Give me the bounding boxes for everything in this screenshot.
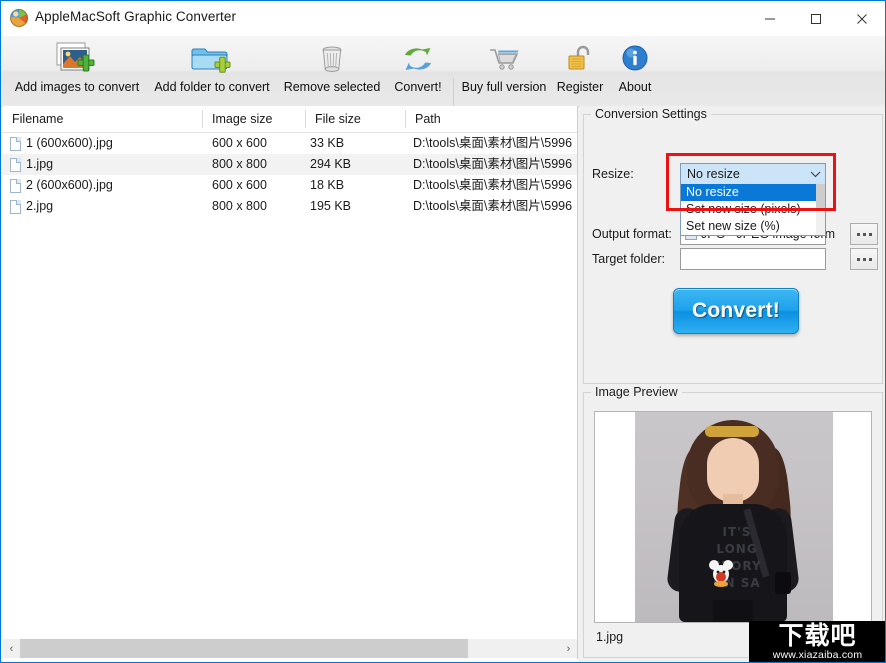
scroll-left-arrow[interactable]: ‹ — [3, 639, 20, 658]
window-controls — [747, 1, 885, 36]
cell-file-size: 18 KB — [310, 178, 345, 192]
resize-selected-value: No resize — [687, 167, 740, 181]
about-button[interactable]: About — [611, 40, 659, 102]
minimize-button[interactable] — [747, 1, 793, 36]
preview-frame: IT'S LONG STORY ON SA — [594, 411, 872, 623]
add-folder-to-convert-label: Add folder to convert — [154, 80, 270, 94]
dropdown-option-no-resize[interactable]: No resize — [681, 184, 825, 201]
conversion-settings-title: Conversion Settings — [591, 107, 711, 121]
column-header-path[interactable]: Path — [405, 106, 578, 132]
cell-image-size: 800 x 800 — [212, 157, 267, 171]
file-icon — [10, 137, 21, 151]
cell-image-size: 600 x 600 — [212, 178, 267, 192]
resize-dropdown[interactable]: No resize — [680, 163, 826, 185]
watermark-text: 下载吧 — [778, 621, 857, 650]
trash-icon — [315, 40, 349, 78]
info-icon — [620, 40, 650, 78]
cell-image-size: 800 x 800 — [212, 199, 267, 213]
toolbar: Add images to convert Add folder to conv… — [1, 36, 885, 124]
scroll-right-arrow[interactable]: › — [560, 639, 577, 658]
convert-button[interactable]: Convert! — [673, 288, 799, 334]
file-icon — [10, 200, 21, 214]
cell-filename: 1.jpg — [26, 157, 54, 171]
window-title: AppleMacSoft Graphic Converter — [35, 9, 237, 24]
buy-full-version-label: Buy full version — [461, 80, 547, 94]
table-row[interactable]: 2.jpg 800 x 800 195 KB D:\tools\桌面\素材\图片… — [2, 196, 577, 217]
convert-arrows-icon — [400, 40, 436, 78]
file-list-header: Filename Image size File size Path — [2, 106, 577, 133]
add-images-to-convert-button[interactable]: Add images to convert — [7, 40, 147, 102]
column-header-file-size[interactable]: File size — [305, 106, 405, 132]
convert-button-label: Convert! — [692, 299, 780, 322]
shopping-cart-icon — [486, 40, 522, 78]
target-folder-browse-button[interactable] — [850, 248, 878, 270]
output-format-browse-button[interactable] — [850, 223, 878, 245]
image-preview-group: Image Preview IT'S LONG STORY ON SA 1.jp… — [583, 385, 883, 658]
close-button[interactable] — [839, 1, 885, 36]
cell-file-size: 195 KB — [310, 199, 352, 213]
unlocked-padlock-icon — [565, 40, 595, 78]
file-icon — [10, 179, 21, 193]
right-column: Conversion Settings Resize: No resize No… — [579, 106, 885, 662]
table-row[interactable]: 1 (600x600).jpg 600 x 600 33 KB D:\tools… — [2, 133, 577, 154]
table-row[interactable]: 2 (600x600).jpg 600 x 600 18 KB D:\tools… — [2, 175, 577, 196]
cell-filename: 2.jpg — [26, 199, 54, 213]
cell-file-size: 294 KB — [310, 157, 352, 171]
add-images-icon — [56, 40, 98, 78]
maximize-button[interactable] — [793, 1, 839, 36]
dropdown-scrollbar[interactable] — [816, 184, 825, 235]
buy-full-version-button[interactable]: Buy full version — [459, 40, 549, 102]
watermark-url: www.xiazaiba.com — [772, 649, 863, 661]
preview-filename: 1.jpg — [596, 630, 624, 644]
cell-file-size: 33 KB — [310, 136, 345, 150]
title-bar: AppleMacSoft Graphic Converter — [1, 1, 885, 36]
cell-path: D:\tools\桌面\素材\图片\5996 — [413, 136, 573, 150]
about-label: About — [618, 80, 652, 94]
register-label: Register — [556, 80, 604, 94]
target-folder-label: Target folder: — [592, 252, 665, 266]
file-icon — [10, 158, 21, 172]
resize-dropdown-list[interactable]: No resize Set new size (pixels) Set new … — [680, 184, 826, 236]
file-list-rows: 1 (600x600).jpg 600 x 600 33 KB D:\tools… — [2, 133, 577, 217]
cell-filename: 1 (600x600).jpg — [26, 136, 113, 150]
cell-path: D:\tools\桌面\素材\图片\5996 — [413, 199, 573, 213]
cell-path: D:\tools\桌面\素材\图片\5996 — [413, 178, 573, 192]
dropdown-option-set-new-size-pc[interactable]: Set new size (%) — [681, 218, 825, 235]
chevron-down-icon[interactable] — [806, 164, 825, 184]
remove-selected-label: Remove selected — [283, 80, 381, 94]
add-folder-to-convert-button[interactable]: Add folder to convert — [147, 40, 277, 102]
cell-path: D:\tools\桌面\素材\图片\5996 — [413, 157, 573, 171]
remove-selected-button[interactable]: Remove selected — [277, 40, 387, 102]
column-header-filename[interactable]: Filename — [2, 106, 202, 132]
application-window: AppleMacSoft Graphic Converter Add image… — [0, 0, 886, 663]
add-folder-icon — [191, 40, 233, 78]
scrollbar-track[interactable] — [20, 639, 560, 658]
add-images-to-convert-label: Add images to convert — [14, 80, 140, 94]
output-format-label: Output format: — [592, 227, 672, 241]
column-header-image-size[interactable]: Image size — [202, 106, 305, 132]
convert-toolbar-label: Convert! — [394, 80, 442, 94]
table-row[interactable]: 1.jpg 800 x 800 294 KB D:\tools\桌面\素材\图片… — [2, 154, 577, 175]
image-preview-title: Image Preview — [591, 385, 682, 399]
convert-toolbar-button[interactable]: Convert! — [387, 40, 449, 102]
globe-icon — [10, 9, 28, 27]
cell-filename: 2 (600x600).jpg — [26, 178, 113, 192]
scrollbar-thumb[interactable] — [20, 639, 468, 658]
file-list-panel: Filename Image size File size Path 1 (60… — [2, 106, 578, 662]
preview-image: IT'S LONG STORY ON SA — [635, 412, 833, 622]
horizontal-scrollbar[interactable]: ‹ › — [3, 639, 577, 658]
resize-label: Resize: — [592, 167, 634, 181]
site-watermark: 下载吧 www.xiazaiba.com — [749, 621, 885, 662]
register-button[interactable]: Register — [549, 40, 611, 102]
conversion-settings-group: Conversion Settings Resize: No resize No… — [583, 107, 883, 384]
target-folder-input[interactable] — [680, 248, 826, 270]
cell-image-size: 600 x 600 — [212, 136, 267, 150]
dropdown-option-set-new-size-px[interactable]: Set new size (pixels) — [681, 201, 825, 218]
